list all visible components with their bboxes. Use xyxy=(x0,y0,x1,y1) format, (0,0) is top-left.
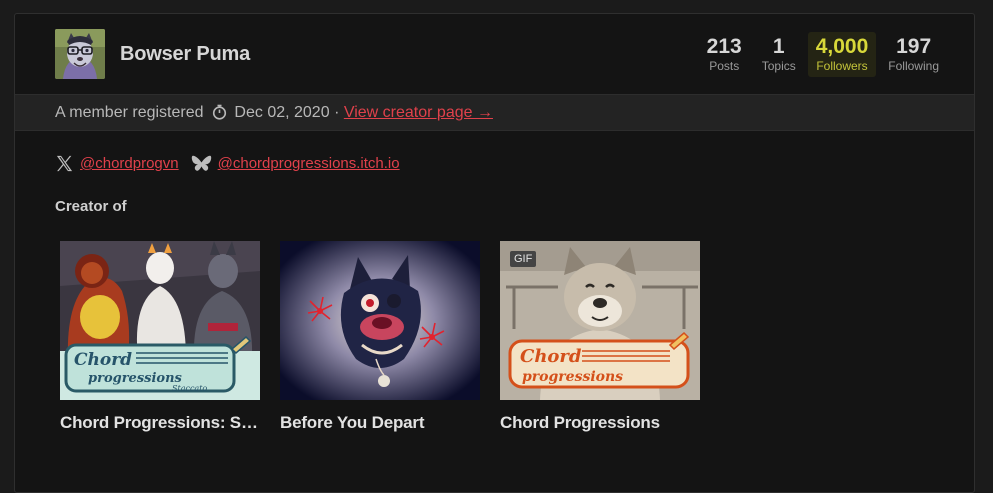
registration-date: Dec 02, 2020 xyxy=(234,104,330,121)
username: Bowser Puma xyxy=(120,43,251,65)
profile-card: Bowser Puma 213 Posts 1 Topics 4,000 Fol… xyxy=(14,13,975,493)
separator-dot: · xyxy=(334,104,340,121)
registration-bar: A member registered Dec 02, 2020 · View … xyxy=(15,94,974,131)
registration-prefix: A member registered xyxy=(55,104,204,121)
game-cell[interactable]: Chord progressions GIF Chord Progression… xyxy=(500,241,700,433)
stat-following-value: 197 xyxy=(896,35,932,58)
stat-posts[interactable]: 213 Posts xyxy=(699,32,750,77)
game-title[interactable]: Chord Progressions: St… xyxy=(60,413,260,433)
game-thumbnail[interactable] xyxy=(280,241,480,400)
profile-header: Bowser Puma 213 Posts 1 Topics 4,000 Fol… xyxy=(15,14,974,94)
bluesky-handle-link[interactable]: @chordprogressions.itch.io xyxy=(218,155,400,172)
creator-of-heading: Creator of xyxy=(55,198,127,215)
x-twitter-icon xyxy=(56,155,73,172)
svg-text:Staccato: Staccato xyxy=(172,384,207,393)
stat-topics-value: 1 xyxy=(772,35,785,58)
stat-followers-value: 4,000 xyxy=(815,35,869,58)
stat-following-label: Following xyxy=(888,59,939,73)
social-links: @chordprogvn @chordprogressions.itch.io xyxy=(55,154,412,173)
gif-badge: GIF xyxy=(510,251,537,267)
stopwatch-icon xyxy=(212,98,227,134)
social-twitter: @chordprogvn xyxy=(55,154,179,173)
game-title[interactable]: Before You Depart xyxy=(280,413,480,433)
stat-followers[interactable]: 4,000 Followers xyxy=(807,32,877,77)
puma-avatar-icon xyxy=(55,29,105,79)
game-thumbnail[interactable]: Chord progressions Staccato xyxy=(60,241,260,400)
game-title[interactable]: Chord Progressions xyxy=(500,413,700,433)
stat-following[interactable]: 197 Following xyxy=(880,32,947,77)
stat-topics[interactable]: 1 Topics xyxy=(754,32,804,77)
svg-text:Chord: Chord xyxy=(520,346,582,367)
stat-followers-label: Followers xyxy=(816,59,868,73)
stat-posts-label: Posts xyxy=(709,59,740,73)
social-bluesky: @chordprogressions.itch.io xyxy=(191,154,400,173)
view-creator-page-link[interactable]: View creator page → xyxy=(344,104,493,121)
game-cell[interactable]: Before You Depart xyxy=(280,241,480,433)
game-thumbnail[interactable]: Chord progressions GIF xyxy=(500,241,700,400)
bluesky-butterfly-icon xyxy=(191,155,211,171)
svg-text:progressions: progressions xyxy=(522,369,623,385)
svg-text:progressions: progressions xyxy=(88,371,183,386)
games-grid: Chord progressions Staccato Chord Progre… xyxy=(60,241,700,433)
chord-progressions-staccato-cover-image: Chord progressions Staccato xyxy=(60,241,260,400)
stat-posts-value: 213 xyxy=(706,35,742,58)
before-you-depart-cover-image xyxy=(280,241,480,400)
profile-stats: 213 Posts 1 Topics 4,000 Followers 197 F… xyxy=(699,32,947,77)
stat-topics-label: Topics xyxy=(761,59,796,73)
twitter-handle-link[interactable]: @chordprogvn xyxy=(80,155,179,172)
game-cell[interactable]: Chord progressions Staccato Chord Progre… xyxy=(60,241,260,433)
avatar[interactable] xyxy=(55,29,105,79)
svg-text:Chord: Chord xyxy=(74,350,132,370)
